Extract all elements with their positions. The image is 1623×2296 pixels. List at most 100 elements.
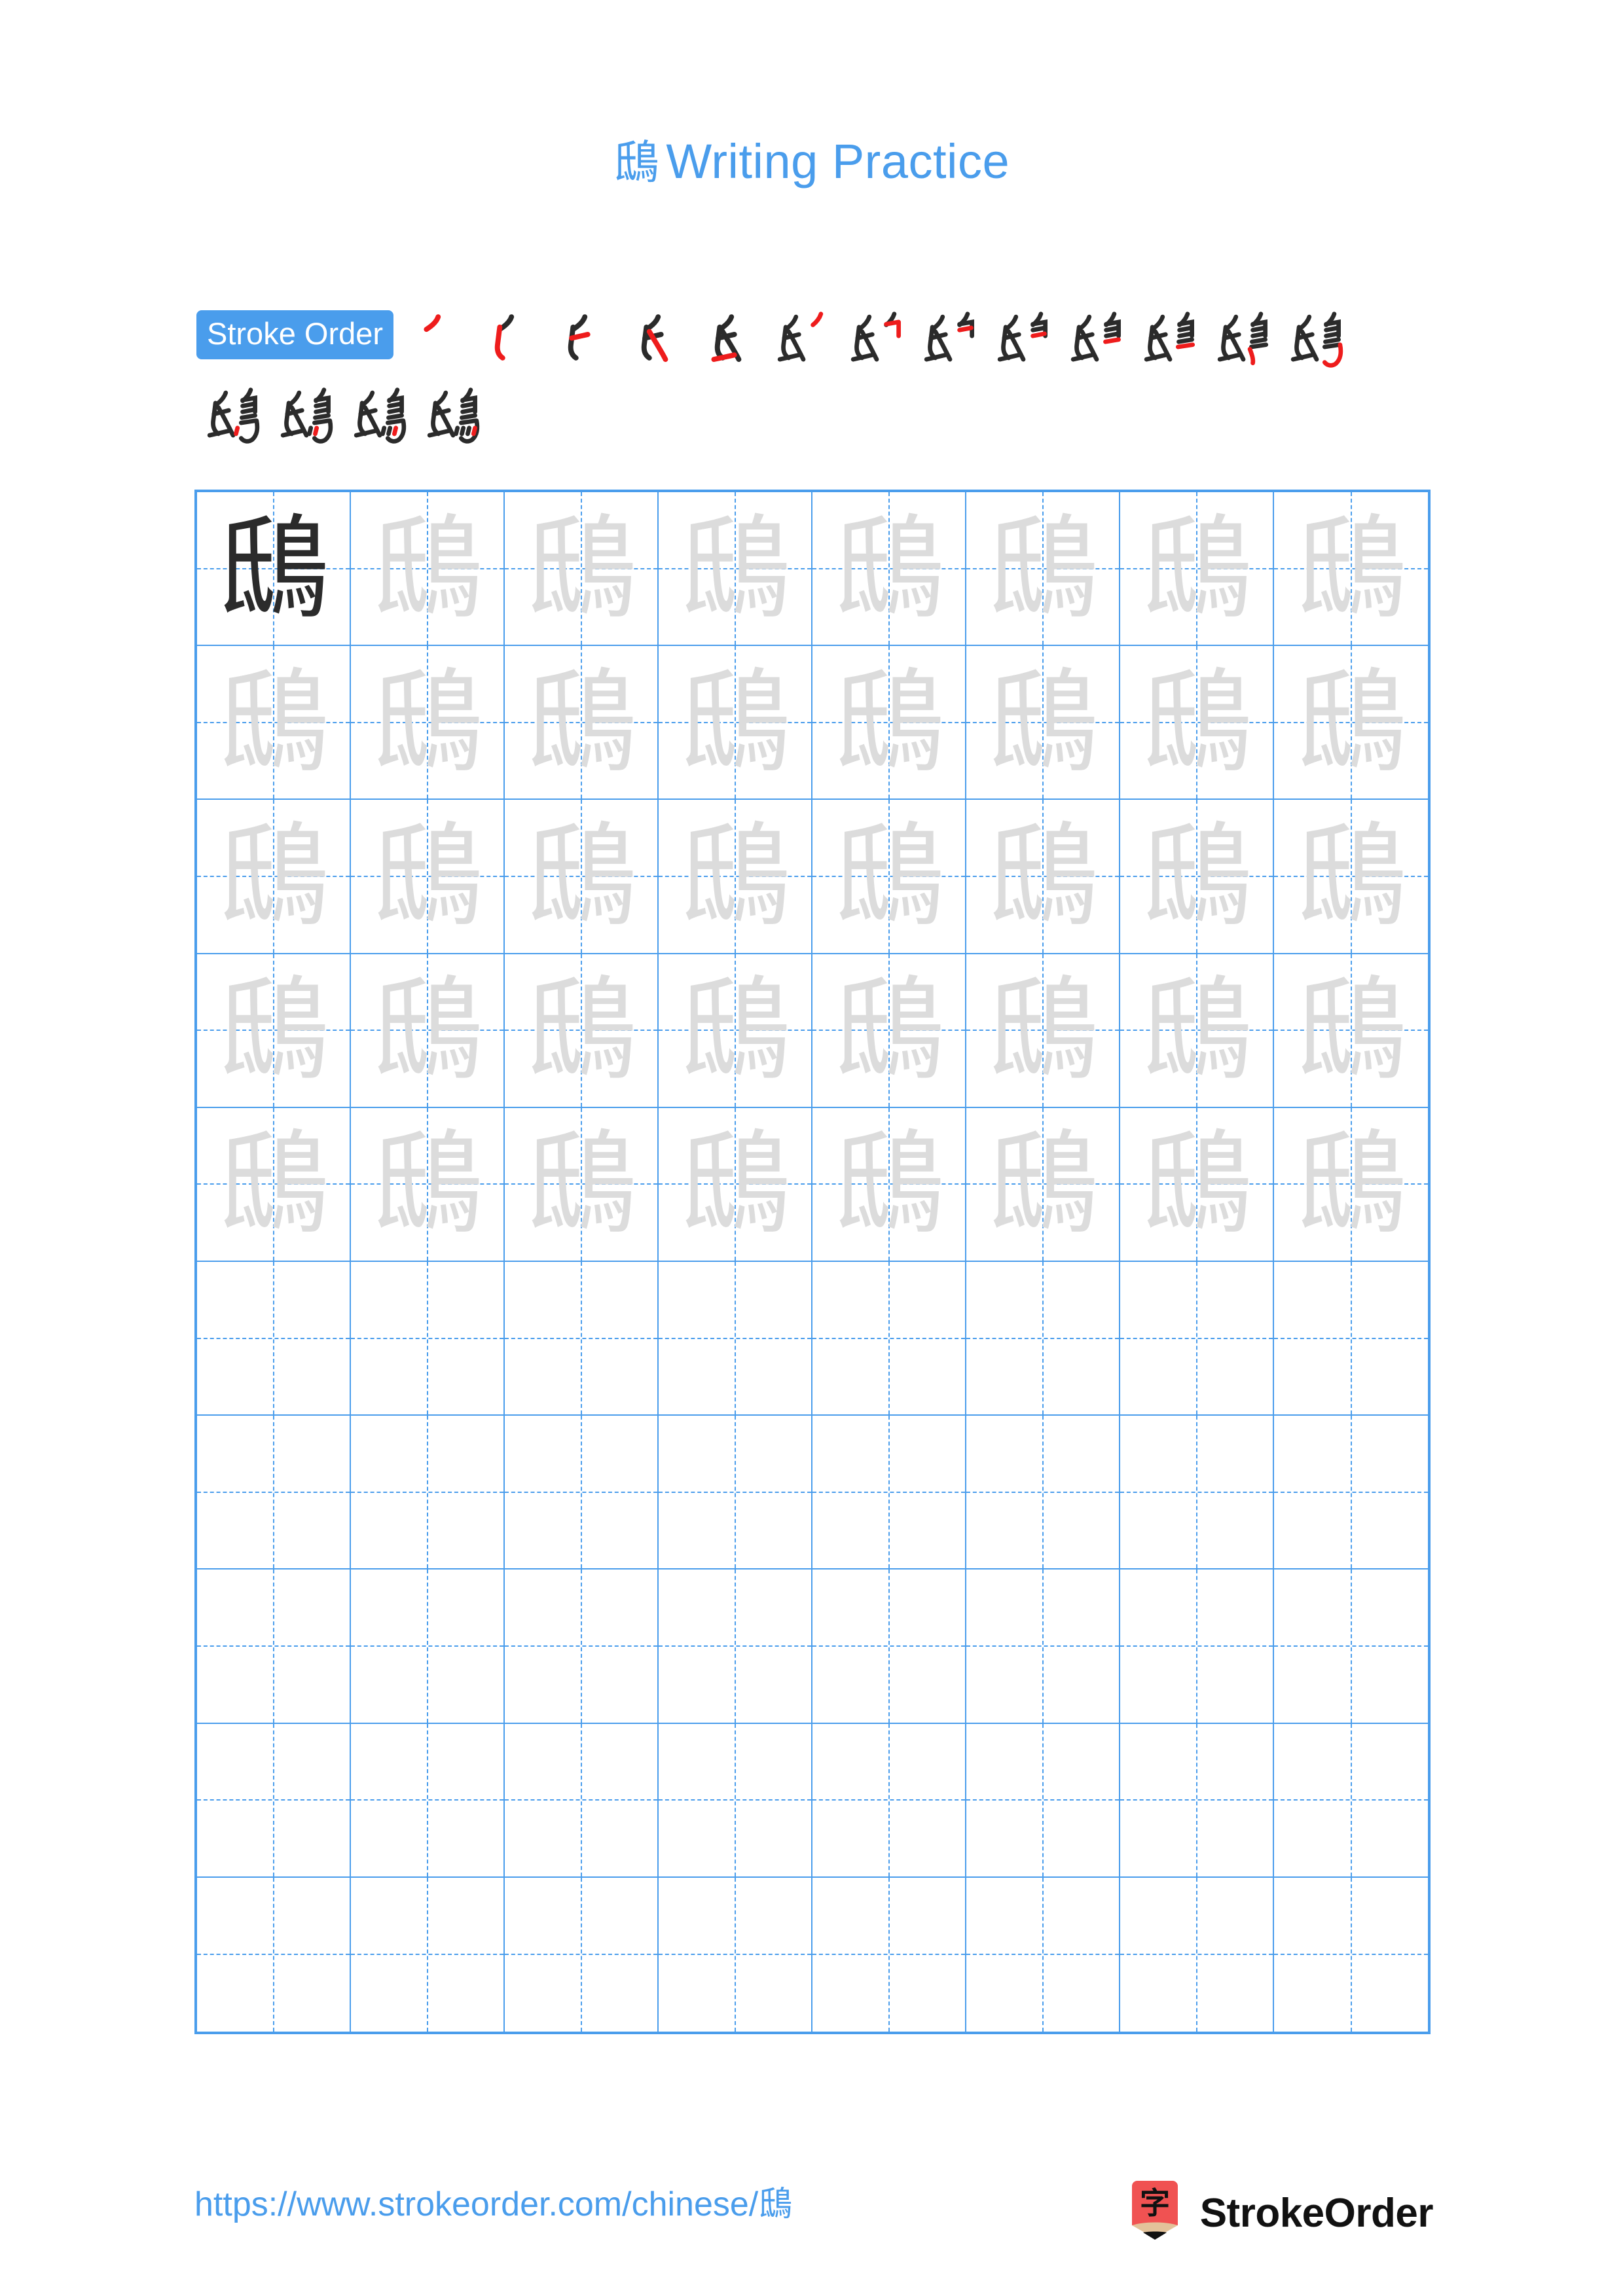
practice-cell[interactable] [351,1261,505,1416]
practice-cell[interactable]: 鴟 [197,492,351,647]
practice-cell[interactable]: 鴟 [659,1107,812,1262]
practice-cell[interactable] [966,1416,1120,1570]
practice-cell[interactable] [1274,1724,1428,1878]
practice-cell[interactable]: 鴟 [1274,646,1428,800]
practice-cell[interactable] [966,1723,1120,1878]
trace-character: 鴟 [371,964,484,1096]
practice-cell[interactable]: 鴟 [505,646,659,800]
stroke-step-12 [1207,298,1280,371]
practice-cell[interactable] [1120,1416,1274,1570]
practice-cell[interactable]: 鴟 [966,1107,1120,1262]
practice-cell[interactable] [1274,1416,1428,1570]
practice-cell[interactable] [812,1723,966,1878]
practice-cell[interactable]: 鴟 [351,492,505,647]
practice-cell[interactable] [812,1416,966,1570]
practice-cell[interactable] [505,1723,659,1878]
practice-cell[interactable] [659,1570,812,1724]
stroke-order-badge: Stroke Order [196,310,394,359]
practice-cell[interactable]: 鴟 [659,800,812,954]
practice-cell[interactable]: 鴟 [197,1107,351,1262]
practice-cell[interactable] [505,1261,659,1416]
practice-cell[interactable]: 鴟 [966,800,1120,954]
practice-cell[interactable]: 鴟 [966,646,1120,800]
practice-cell[interactable]: 鴟 [812,646,966,800]
practice-cell[interactable] [812,1261,966,1416]
practice-cell[interactable]: 鴟 [812,954,966,1108]
practice-cell[interactable]: 鴟 [1274,800,1428,954]
practice-cell[interactable]: 鴟 [659,492,812,647]
practice-cell[interactable] [351,1877,505,2032]
trace-character: 鴟 [524,656,638,788]
practice-cell[interactable] [966,1261,1120,1416]
practice-cell[interactable] [659,1877,812,2032]
practice-cell[interactable]: 鴟 [1274,954,1428,1108]
practice-cell[interactable] [505,1416,659,1570]
practice-cell[interactable]: 鴟 [505,492,659,647]
practice-cell[interactable]: 鴟 [659,954,812,1108]
practice-cell[interactable]: 鴟 [197,954,351,1108]
practice-cell[interactable] [966,1570,1120,1724]
practice-cell[interactable] [659,1261,812,1416]
practice-cell[interactable]: 鴟 [812,800,966,954]
practice-cell[interactable]: 鴟 [505,1107,659,1262]
practice-cell[interactable] [966,1877,1120,2032]
practice-cell[interactable] [351,1723,505,1878]
stroke-step-4 [620,298,693,371]
practice-cell[interactable] [1120,1877,1274,2032]
practice-cell[interactable]: 鴟 [1120,1107,1274,1262]
practice-cell[interactable] [505,1570,659,1724]
practice-cell[interactable] [197,1723,351,1878]
stroke-order-row-2 [196,374,1440,447]
practice-cell[interactable]: 鴟 [966,954,1120,1108]
practice-cell[interactable]: 鴟 [351,646,505,800]
trace-character: 鴟 [1140,810,1253,942]
practice-cell[interactable] [505,1877,659,2032]
practice-cell[interactable] [351,1416,505,1570]
practice-cell[interactable]: 鴟 [351,1107,505,1262]
practice-cell[interactable] [1274,1262,1428,1416]
practice-cell[interactable] [812,1570,966,1724]
practice-cell[interactable] [1274,1570,1428,1724]
practice-cell[interactable] [1120,1570,1274,1724]
practice-cell[interactable]: 鴟 [505,800,659,954]
practice-cell[interactable]: 鴟 [505,954,659,1108]
practice-cell[interactable] [197,1570,351,1724]
practice-cell[interactable]: 鴟 [812,1107,966,1262]
stroke-step-1 [400,298,473,371]
practice-cell[interactable] [1120,1723,1274,1878]
practice-cell[interactable] [197,1877,351,2032]
stroke-step-10 [1060,298,1133,371]
trace-character: 鴟 [1294,1118,1408,1250]
practice-cell[interactable]: 鴟 [197,646,351,800]
trace-character: 鴟 [832,502,945,634]
practice-cell[interactable]: 鴟 [966,492,1120,647]
practice-cell[interactable]: 鴟 [659,646,812,800]
trace-character: 鴟 [832,1118,945,1250]
practice-cell[interactable] [812,1877,966,2032]
practice-cell[interactable] [659,1416,812,1570]
stroke-order-section: Stroke Order [196,298,1440,447]
practice-cell[interactable]: 鴟 [351,954,505,1108]
practice-cell[interactable]: 鴟 [1120,954,1274,1108]
trace-character: 鴟 [678,964,792,1096]
practice-cell[interactable] [197,1261,351,1416]
stroke-step-14 [196,374,270,447]
practice-cell[interactable]: 鴟 [1120,492,1274,647]
practice-cell[interactable]: 鴟 [197,800,351,954]
trace-character: 鴟 [1140,964,1253,1096]
practice-cell[interactable]: 鴟 [1274,1108,1428,1262]
source-url-link[interactable]: https://www.strokeorder.com/chinese/鴟 [194,2187,792,2221]
practice-cell[interactable]: 鴟 [351,800,505,954]
page-title: 鴟 Writing Practice [613,137,1010,186]
practice-cell[interactable] [1274,1878,1428,2032]
practice-cell[interactable]: 鴟 [812,492,966,647]
practice-cell[interactable] [659,1723,812,1878]
practice-cell[interactable]: 鴟 [1120,800,1274,954]
practice-cell[interactable] [351,1570,505,1724]
practice-cell[interactable] [197,1416,351,1570]
practice-cell[interactable]: 鴟 [1274,492,1428,647]
practice-cell[interactable]: 鴟 [1120,646,1274,800]
practice-cell[interactable] [1120,1261,1274,1416]
trace-character: 鴟 [986,964,1099,1096]
stroke-step-9 [987,298,1060,371]
